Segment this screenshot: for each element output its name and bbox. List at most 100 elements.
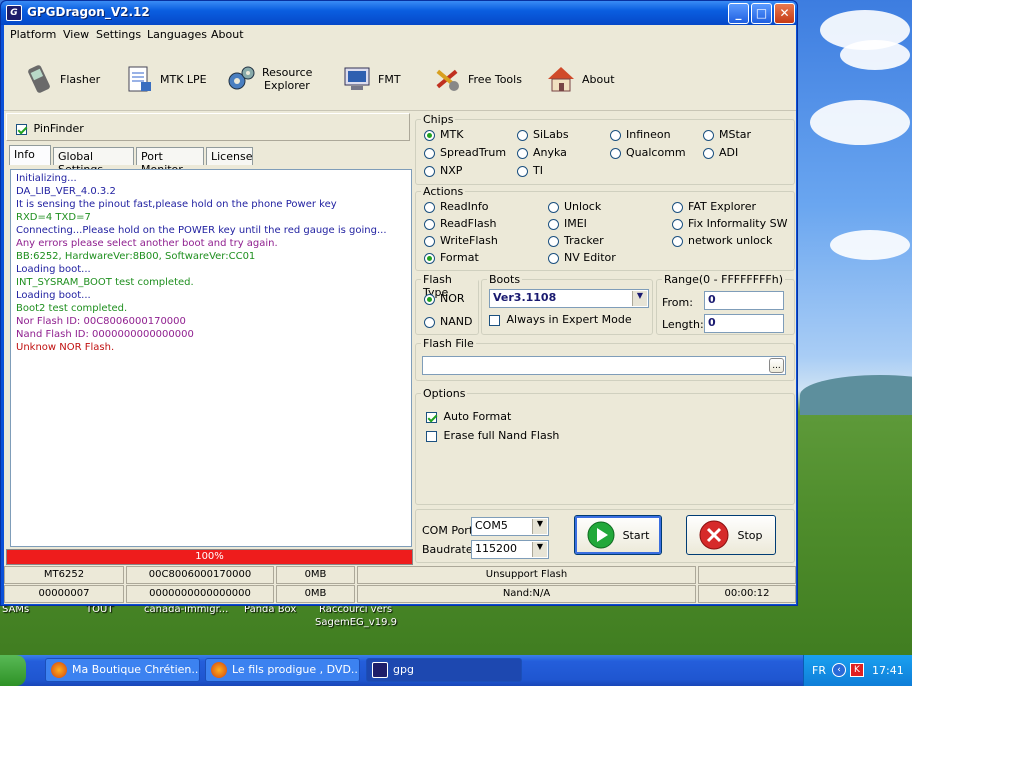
radio-icon	[672, 201, 683, 213]
chip-anyka[interactable]: Anyka	[517, 146, 567, 159]
boots-select[interactable]: Ver3.1108 ▼	[489, 289, 649, 308]
action-fat-explorer[interactable]: FAT Explorer	[672, 200, 756, 213]
expert-mode-checkbox[interactable]: Always in Expert Mode	[489, 313, 632, 326]
chips-group: Chips MTK SiLabs Infineon MStar SpreadTrum An…	[415, 113, 795, 185]
log-line: Any errors please select another boot an…	[16, 238, 278, 249]
chip-mtk[interactable]: MTK	[424, 128, 463, 141]
chip-nxp[interactable]: NXP	[424, 164, 462, 177]
log-line: Connecting...Please hold on the POWER ke…	[16, 225, 387, 236]
gears-icon	[228, 66, 255, 90]
maximize-button[interactable]: □	[751, 3, 772, 24]
tab-info[interactable]: Info	[9, 145, 51, 165]
radio-icon	[548, 235, 559, 247]
task-button-active[interactable]: gpg	[366, 658, 522, 682]
menu-settings[interactable]: Settings	[96, 28, 141, 41]
chip-infineon[interactable]: Infineon	[610, 128, 671, 141]
action-readflash[interactable]: ReadFlash	[424, 217, 496, 230]
action-imei[interactable]: IMEI	[548, 217, 587, 230]
chip-ti[interactable]: TI	[517, 164, 543, 177]
from-input[interactable]: 0	[704, 291, 784, 310]
radio-icon	[703, 147, 714, 159]
pinfinder-label: PinFinder	[33, 122, 84, 135]
chip-adi[interactable]: ADI	[703, 146, 738, 159]
resource-label-1: Resource	[262, 66, 313, 79]
flash-file-input[interactable]	[422, 356, 786, 375]
erase-nand-checkbox[interactable]: Erase full Nand Flash	[426, 429, 559, 442]
checkbox-icon	[426, 430, 437, 442]
fmt-button[interactable]: FMT	[342, 61, 401, 97]
start-button[interactable]	[0, 655, 26, 686]
chevron-down-icon: ▼	[532, 519, 547, 534]
baudrate-select[interactable]: 115200 ▼	[471, 540, 549, 559]
log-output[interactable]: Initializing... DA_LIB_VER_4.0.3.2 It is s…	[10, 169, 412, 547]
radio-icon	[548, 201, 559, 213]
left-panel: PinFinder Info Global Settings Port Moni…	[6, 113, 413, 603]
language-indicator[interactable]: FR	[812, 664, 826, 677]
com-port-select[interactable]: COM5 ▼	[471, 517, 549, 536]
checkbox-icon	[489, 314, 500, 326]
boots-group: Boots Ver3.1108 ▼ Always in Expert Mode	[481, 273, 653, 335]
mtk-lpe-button[interactable]: MTK LPE	[124, 61, 207, 97]
menu-view[interactable]: View	[63, 28, 89, 41]
menu-languages[interactable]: Languages	[147, 28, 207, 41]
length-input[interactable]: 0	[704, 314, 784, 333]
title-bar[interactable]: G GPGDragon_V2.12 _ □ ✕	[1, 1, 797, 25]
chip-qualcomm[interactable]: Qualcomm	[610, 146, 686, 159]
status-flash-id: 00C8006000170000	[126, 566, 274, 584]
start-button[interactable]: Start	[574, 515, 662, 555]
action-fix-informality-sw[interactable]: Fix Informality SW	[672, 217, 787, 230]
about-button[interactable]: About	[546, 61, 615, 97]
pinfinder-checkbox[interactable]: PinFinder	[16, 122, 84, 135]
status-size: 0MB	[276, 566, 355, 584]
minimize-button[interactable]: _	[728, 3, 749, 24]
options-label: Options	[421, 387, 468, 400]
action-network-unlock[interactable]: network unlock	[672, 234, 772, 247]
task-button[interactable]: Ma Boutique Chrétien...	[45, 658, 200, 682]
auto-format-checkbox[interactable]: Auto Format	[426, 410, 511, 423]
status-bar-1: MT6252 00C8006000170000 0MB Unsupport Fl…	[4, 566, 796, 584]
flasher-button[interactable]: Flasher	[24, 61, 100, 97]
action-writeflash[interactable]: WriteFlash	[424, 234, 498, 247]
task-button[interactable]: Le fils prodigue , DVD...	[205, 658, 360, 682]
toolbar: Flasher MTK LPE Resource Explorer FMT Fr…	[4, 47, 796, 111]
menu-bar: Platform View Settings Languages About	[4, 25, 796, 45]
tab-global-settings[interactable]: Global Settings	[53, 147, 134, 176]
action-format[interactable]: Format	[424, 251, 479, 264]
browse-button[interactable]: ...	[769, 358, 784, 373]
resource-explorer-button[interactable]: Resource Explorer	[226, 61, 312, 97]
log-line: It is sensing the pinout fast,please hol…	[16, 199, 337, 210]
action-unlock[interactable]: Unlock	[548, 200, 601, 213]
chips-label: Chips	[421, 113, 456, 126]
free-tools-button[interactable]: Free Tools	[432, 61, 522, 97]
tab-license[interactable]: License	[206, 147, 253, 165]
action-readinfo[interactable]: ReadInfo	[424, 200, 488, 213]
desktop-icon-label[interactable]: SagemEG_v19.9	[315, 617, 397, 628]
boots-label: Boots	[487, 273, 523, 286]
antivirus-icon[interactable]: K	[850, 663, 864, 677]
status-timer: 00:00:12	[698, 585, 796, 603]
radio-icon	[424, 165, 435, 177]
status-message: Unsupport Flash	[357, 566, 696, 584]
chip-spreadtrum[interactable]: SpreadTrum	[424, 146, 506, 159]
status-nand: Nand:N/A	[357, 585, 696, 603]
stop-icon	[699, 520, 729, 550]
radio-icon	[424, 147, 435, 159]
action-nv-editor[interactable]: NV Editor	[548, 251, 616, 264]
chevron-left-icon[interactable]: ‹	[832, 663, 846, 677]
action-tracker[interactable]: Tracker	[548, 234, 604, 247]
log-line: Nor Flash ID: 00C8006000170000	[16, 316, 186, 327]
document-icon	[128, 66, 151, 92]
menu-about[interactable]: About	[211, 28, 244, 41]
menu-platform[interactable]: Platform	[10, 28, 56, 41]
close-button[interactable]: ✕	[774, 3, 795, 24]
stop-button[interactable]: Stop	[686, 515, 776, 555]
chip-silabs[interactable]: SiLabs	[517, 128, 569, 141]
flash-type-nor[interactable]: NOR	[424, 292, 465, 305]
actions-group: Actions ReadInfo Unlock FAT Explorer ReadFl…	[415, 185, 795, 271]
radio-icon	[424, 235, 435, 247]
tab-port-monitor[interactable]: Port Monitor	[136, 147, 204, 176]
flash-type-nand[interactable]: NAND	[424, 315, 472, 328]
chip-mstar[interactable]: MStar	[703, 128, 751, 141]
radio-icon	[610, 147, 621, 159]
radio-icon	[517, 165, 528, 177]
